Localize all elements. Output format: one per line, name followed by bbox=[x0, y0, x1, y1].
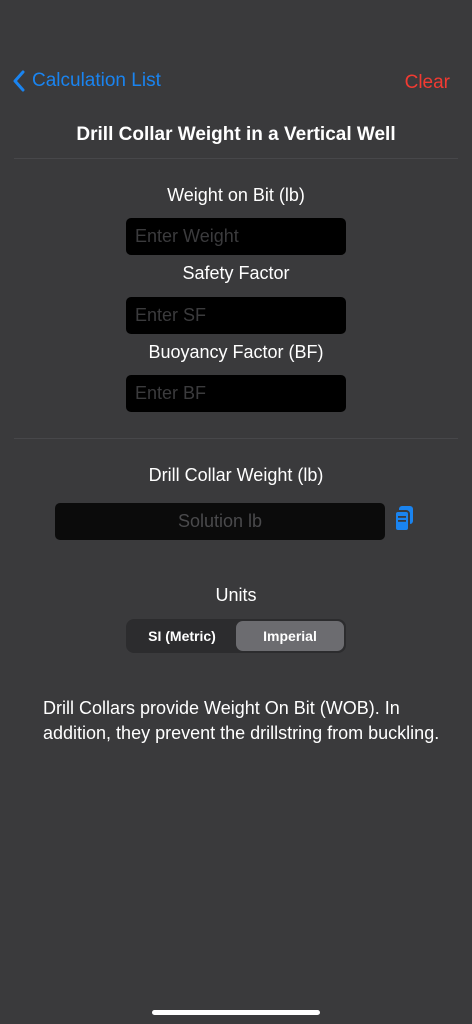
weight-on-bit-input[interactable] bbox=[126, 218, 346, 255]
page-title: Drill Collar Weight in a Vertical Well bbox=[76, 124, 396, 145]
segment-si-metric[interactable]: SI (Metric) bbox=[128, 621, 236, 651]
solution-field[interactable] bbox=[55, 503, 385, 540]
back-button[interactable]: Calculation List bbox=[12, 70, 161, 92]
result-label: Drill Collar Weight (lb) bbox=[148, 465, 324, 485]
chevron-left-icon bbox=[12, 70, 26, 92]
segment-imperial[interactable]: Imperial bbox=[236, 621, 344, 651]
back-button-label: Calculation List bbox=[32, 70, 161, 91]
safety-factor-input[interactable] bbox=[126, 297, 346, 334]
home-indicator[interactable] bbox=[152, 1010, 320, 1015]
divider bbox=[14, 158, 458, 159]
clear-button[interactable]: Clear bbox=[405, 72, 450, 94]
screen: Calculation List Clear Drill Collar Weig… bbox=[0, 0, 472, 1024]
copy-icon[interactable] bbox=[393, 505, 417, 533]
units-label: Units bbox=[215, 585, 257, 605]
weight-on-bit-label: Weight on Bit (lb) bbox=[167, 185, 305, 205]
description-text: Drill Collars provide Weight On Bit (WOB… bbox=[43, 698, 440, 743]
units-segmented-control: SI (Metric) Imperial bbox=[126, 619, 346, 653]
buoyancy-factor-label: Buoyancy Factor (BF) bbox=[148, 342, 324, 362]
safety-factor-label: Safety Factor bbox=[182, 263, 290, 283]
divider bbox=[14, 438, 458, 439]
buoyancy-factor-input[interactable] bbox=[126, 375, 346, 412]
